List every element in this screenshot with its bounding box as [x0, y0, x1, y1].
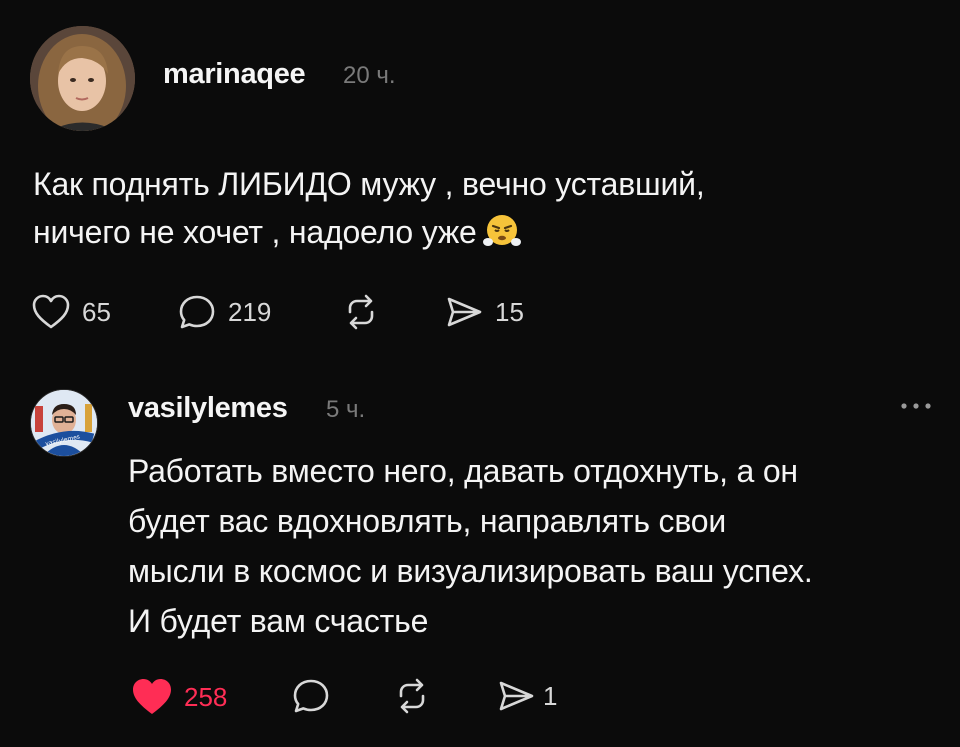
- repost-button[interactable]: [341, 292, 381, 332]
- post-text-line: Как поднять ЛИБИДО мужу , вечно уставший…: [33, 166, 705, 202]
- post-timestamp: 20 ч.: [343, 62, 396, 89]
- user-photo: vasilylemes: [31, 390, 97, 456]
- post-username[interactable]: marinaqee: [163, 58, 306, 91]
- like-count: 65: [82, 296, 111, 327]
- user-photo: [30, 26, 135, 131]
- share-count: 15: [495, 296, 524, 327]
- comment-text-line: И будет вам счастье: [128, 603, 429, 639]
- more-options-button[interactable]: [896, 396, 936, 416]
- comment-timestamp: 5 ч.: [326, 396, 366, 423]
- heart-icon: [32, 294, 70, 329]
- repost-icon: [348, 294, 374, 330]
- comment-text-line: будет вас вдохновлять, направлять свои: [128, 503, 727, 539]
- reply-button[interactable]: [290, 676, 332, 716]
- like-button[interactable]: 65: [30, 292, 111, 332]
- avatar[interactable]: vasilylemes: [30, 389, 98, 457]
- like-count: 258: [184, 681, 228, 712]
- avatar[interactable]: [30, 26, 135, 131]
- like-button[interactable]: 258: [130, 676, 227, 718]
- comment-text: Работать вместо него, давать отдохнуть, …: [128, 446, 948, 646]
- comment-icon: [293, 679, 329, 713]
- reply-count: 219: [228, 296, 272, 327]
- post-text-line: ничего не хочет , надоело уже: [33, 208, 913, 262]
- post-text: Как поднять ЛИБИДО мужу , вечно уставший…: [33, 160, 913, 262]
- repost-button[interactable]: [392, 676, 432, 716]
- comment-text-line: мысли в космос и визуализировать ваш усп…: [128, 553, 813, 589]
- reply-button[interactable]: 219: [176, 292, 271, 332]
- face-with-steam-from-nose-icon: [482, 213, 521, 262]
- share-count: 1: [543, 680, 558, 711]
- send-icon: [447, 297, 482, 327]
- share-button[interactable]: 15: [443, 292, 524, 332]
- heart-filled-icon: [133, 679, 171, 714]
- send-icon: [499, 681, 534, 711]
- share-button[interactable]: 1: [495, 676, 557, 716]
- repost-icon: [399, 678, 425, 714]
- comment-username[interactable]: vasilylemes: [128, 392, 288, 425]
- comment-icon: [179, 295, 215, 329]
- comment-text-line: Работать вместо него, давать отдохнуть, …: [128, 453, 798, 489]
- more-icon: [901, 403, 931, 409]
